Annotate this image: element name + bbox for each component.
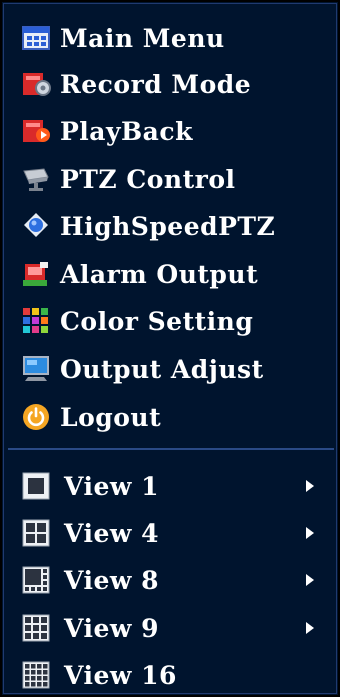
- menu-item-label: HighSpeedPTZ: [60, 211, 276, 241]
- color-grid-icon: [22, 305, 60, 337]
- high-speed-ptz-icon: [22, 210, 60, 242]
- menu-item-label: Record Mode: [60, 69, 252, 99]
- alarm-output-icon: [22, 258, 60, 290]
- playback-icon: [22, 115, 60, 147]
- menu-item-highspeed-ptz[interactable]: HighSpeedPTZ: [22, 204, 332, 248]
- menu-item-label: View 1: [64, 471, 159, 501]
- view-16-icon: [22, 659, 60, 691]
- menu-item-label: PlayBack: [60, 116, 193, 146]
- menu-item-record-mode[interactable]: Record Mode: [22, 62, 332, 106]
- menu-item-label: Alarm Output: [60, 259, 259, 289]
- submenu-arrow-icon: [306, 622, 314, 634]
- view-1-icon: [22, 470, 60, 502]
- monitor-icon: [22, 353, 60, 385]
- menu-item-label: Logout: [60, 402, 162, 432]
- menu-item-view-4[interactable]: View 4: [22, 511, 332, 555]
- menu-item-label: Output Adjust: [60, 354, 264, 384]
- view-8-icon: [22, 564, 60, 596]
- menu-item-ptz-control[interactable]: PTZ Control: [22, 157, 332, 201]
- main-menu-icon: [22, 22, 60, 54]
- submenu-arrow-icon: [306, 574, 314, 586]
- menu-item-label: View 16: [64, 660, 177, 690]
- menu-item-label: Color Setting: [60, 306, 254, 336]
- submenu-arrow-icon: [306, 527, 314, 539]
- ptz-camera-icon: [22, 163, 60, 195]
- menu-item-color-setting[interactable]: Color Setting: [22, 299, 332, 343]
- view-4-icon: [22, 517, 60, 549]
- menu-divider: [8, 448, 334, 450]
- record-mode-icon: [22, 68, 60, 100]
- power-icon: [22, 401, 60, 433]
- menu-item-view-1[interactable]: View 1: [22, 464, 332, 508]
- menu-item-view-16[interactable]: View 16: [22, 653, 332, 697]
- menu-item-output-adjust[interactable]: Output Adjust: [22, 347, 332, 391]
- menu-item-label: PTZ Control: [60, 164, 236, 194]
- menu-item-main-menu[interactable]: Main Menu: [22, 16, 332, 60]
- menu-item-label: View 9: [64, 613, 159, 643]
- menu-item-view-9[interactable]: View 9: [22, 606, 332, 650]
- submenu-arrow-icon: [306, 480, 314, 492]
- menu-item-label: View 8: [64, 565, 159, 595]
- menu-item-label: View 4: [64, 518, 159, 548]
- view-9-icon: [22, 612, 60, 644]
- menu-item-alarm-output[interactable]: Alarm Output: [22, 252, 332, 296]
- menu-item-playback[interactable]: PlayBack: [22, 109, 332, 153]
- menu-item-label: Main Menu: [60, 23, 225, 53]
- context-menu: Main Menu Record Mode PlayBack PTZ Contr…: [0, 0, 340, 697]
- menu-item-logout[interactable]: Logout: [22, 395, 332, 439]
- menu-item-view-8[interactable]: View 8: [22, 558, 332, 602]
